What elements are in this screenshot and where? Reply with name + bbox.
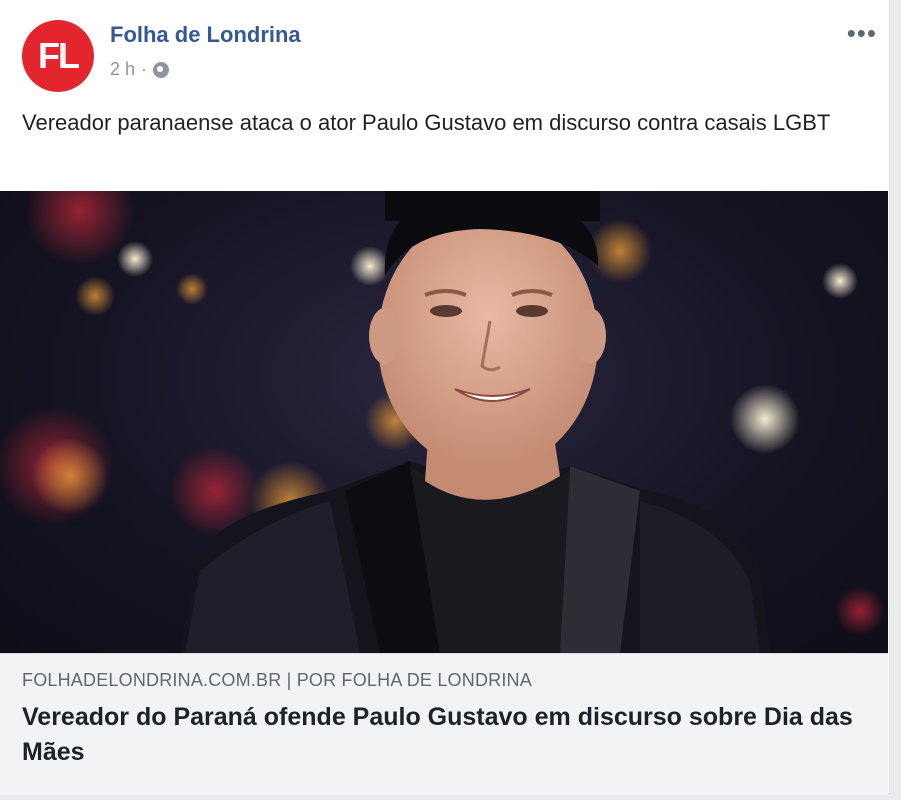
page-name-link[interactable]: Folha de Londrina <box>110 22 301 48</box>
globe-icon[interactable] <box>153 61 170 78</box>
post-meta: 2 h · <box>110 59 170 80</box>
link-preview-image[interactable] <box>0 191 888 653</box>
post-timestamp[interactable]: 2 h <box>110 59 135 80</box>
link-preview[interactable]: FOLHADELONDRINA.COM.BR | POR FOLHA DE LO… <box>0 653 888 795</box>
meta-separator: · <box>141 59 148 79</box>
photo-illustration <box>0 191 885 653</box>
more-options-icon[interactable]: ••• <box>847 20 877 46</box>
page-avatar[interactable]: FL <box>22 20 94 92</box>
avatar-initials: FL <box>38 35 80 76</box>
link-title[interactable]: Vereador do Paraná ofende Paulo Gustavo … <box>22 700 872 770</box>
link-source: FOLHADELONDRINA.COM.BR | POR FOLHA DE LO… <box>22 670 532 690</box>
post-text: Vereador paranaense ataca o ator Paulo G… <box>22 110 831 135</box>
post-card: FL Folha de Londrina 2 h · ••• Vereador … <box>0 0 890 795</box>
